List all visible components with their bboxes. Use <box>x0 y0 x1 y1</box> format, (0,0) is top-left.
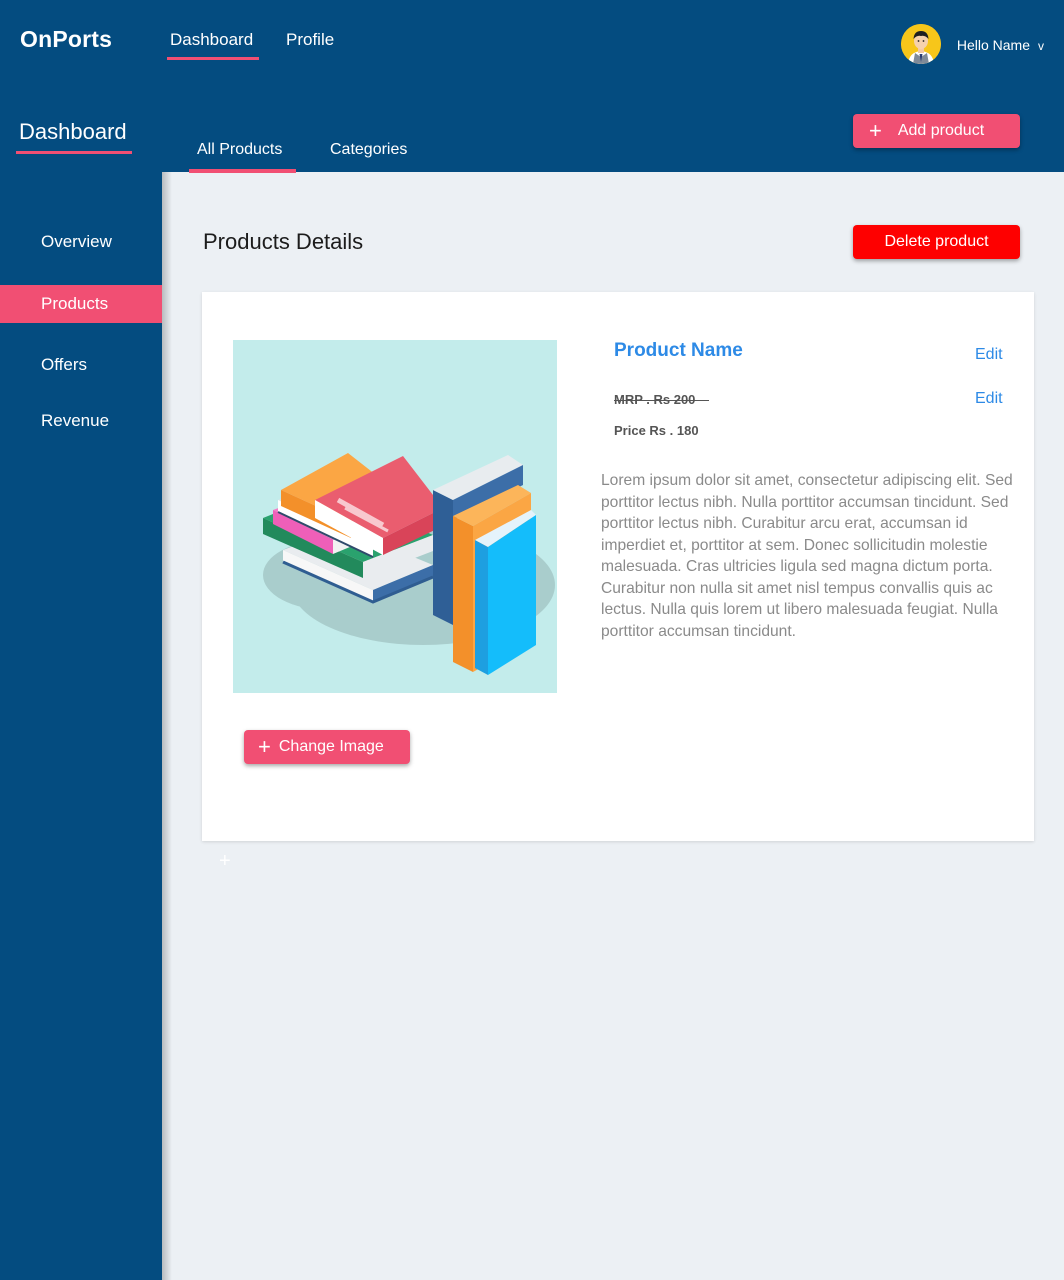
plus-icon: + <box>258 734 271 759</box>
sidebar: Overview Products Offers Revenue <box>0 172 162 1280</box>
sidebar-item-offers[interactable]: Offers <box>0 346 162 384</box>
product-description: Lorem ipsum dolor sit amet, consectetur … <box>601 472 1013 640</box>
section-title: Dashboard <box>16 119 132 154</box>
nav-profile[interactable]: Profile <box>286 30 334 50</box>
tab-categories[interactable]: Categories <box>330 141 407 159</box>
change-image-button[interactable]: + Change Image <box>244 730 410 764</box>
brand-logo[interactable]: OnPorts <box>20 26 112 53</box>
product-image <box>233 340 557 693</box>
chevron-down-icon[interactable]: v <box>1038 39 1044 53</box>
edit-name-link[interactable]: Edit <box>975 346 1003 364</box>
user-avatar-icon <box>900 24 941 64</box>
edit-price-link[interactable]: Edit <box>975 390 1003 408</box>
nav-dashboard[interactable]: Dashboard <box>166 30 260 60</box>
product-mrp: MRP . Rs 200 <box>614 392 710 407</box>
change-image-label: Change Image <box>278 738 384 755</box>
top-bar: OnPorts Dashboard Profile Hello Name v D… <box>0 0 1064 173</box>
product-name: Product Name <box>614 340 743 361</box>
books-illustration-icon <box>263 453 555 675</box>
sidebar-item-revenue[interactable]: Revenue <box>0 402 162 440</box>
avatar[interactable] <box>900 24 941 64</box>
product-card: Product Name Edit MRP . Rs 200 Edit Pric… <box>202 292 1034 841</box>
product-price: Price Rs . 180 <box>614 423 699 438</box>
sidebar-item-products[interactable]: Products <box>0 285 162 323</box>
tab-all-products[interactable]: All Products <box>188 141 297 173</box>
add-product-button[interactable]: + Add product <box>853 114 1020 148</box>
add-icon[interactable]: + <box>219 850 231 873</box>
sidebar-shadow <box>162 172 172 1280</box>
delete-product-button[interactable]: Delete product <box>853 225 1020 259</box>
user-greeting[interactable]: Hello Name <box>957 37 1030 53</box>
plus-icon: + <box>869 118 882 143</box>
user-menu[interactable]: Hello Name v <box>900 24 1044 64</box>
add-product-label: Add product <box>897 122 985 139</box>
sidebar-item-overview[interactable]: Overview <box>0 223 162 261</box>
page-title: Products Details <box>203 229 364 254</box>
